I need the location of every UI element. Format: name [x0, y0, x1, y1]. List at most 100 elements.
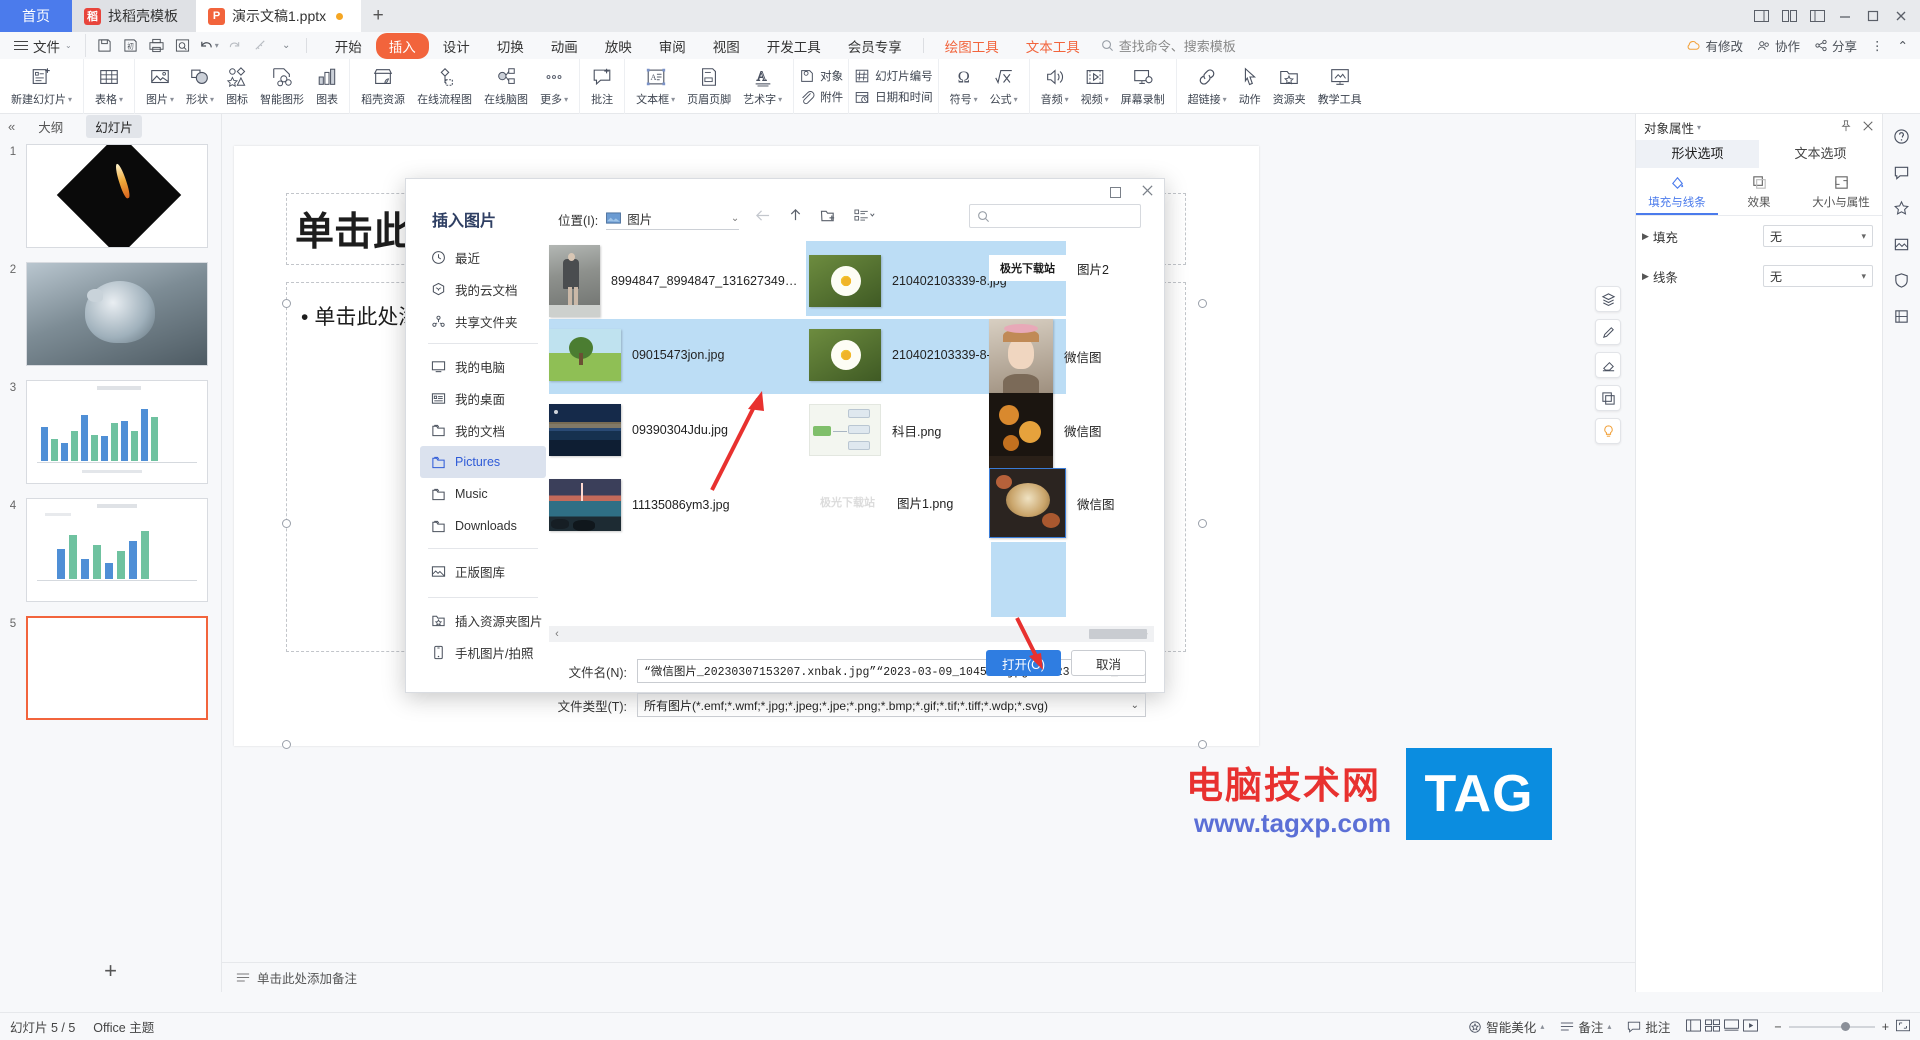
audio-button[interactable]: 音频 ▾ [1035, 61, 1075, 111]
tab-slideshow[interactable]: 放映 [592, 33, 645, 59]
textbox-button[interactable]: A 文本框 ▾ [630, 61, 681, 111]
tab-shape-options[interactable]: 形状选项 [1636, 140, 1759, 168]
share-button[interactable]: 分享 [1814, 36, 1857, 55]
tab-developer[interactable]: 开发工具 [754, 33, 834, 59]
cloud-sync-status[interactable]: 有修改 [1686, 36, 1743, 55]
sorter-view-icon[interactable] [1705, 1018, 1721, 1035]
sidebar-item-insert-resource-folder[interactable]: 插入资源夹图片 [420, 604, 546, 636]
zoom-knob[interactable] [1840, 1021, 1850, 1031]
tab-docer-template[interactable]: 稻 找稻壳模板 [72, 0, 196, 32]
tab-home[interactable]: 首页 [0, 0, 72, 32]
action-button[interactable]: 动作 [1233, 61, 1267, 111]
list-item[interactable]: 1 [0, 144, 221, 248]
segment-fill-line[interactable]: 填充与线条 [1636, 168, 1718, 215]
view-mode-icon[interactable] [854, 208, 876, 226]
file-menu-button[interactable]: 文件 ⌄ [0, 36, 81, 56]
segment-size-props[interactable]: 大小与属性 [1800, 168, 1882, 215]
chart-button[interactable]: 图表 [310, 61, 344, 111]
tab-insert[interactable]: 插入 [375, 32, 429, 59]
zoom-in-button[interactable]: + [1882, 1020, 1889, 1034]
resize-handle[interactable] [1198, 519, 1207, 528]
icons-button[interactable]: 图标 [220, 61, 254, 111]
cancel-button[interactable]: 取消 [1071, 650, 1146, 676]
new-tab-button[interactable]: + [361, 0, 395, 32]
smartart-button[interactable]: 智能图形 [254, 61, 310, 111]
resize-handle[interactable] [282, 519, 291, 528]
tab-drawing-tools[interactable]: 绘图工具 [932, 33, 1012, 59]
tab-presentation1[interactable]: P 演示文稿1.pptx [196, 0, 362, 32]
slide-thumbnail-3[interactable] [26, 380, 208, 484]
screen-record-button[interactable]: 屏幕录制 [1115, 61, 1171, 111]
crop-icon[interactable] [1893, 308, 1910, 328]
attachment-button[interactable]: 附件 [799, 89, 843, 105]
file-item[interactable]: 09015473jon.jpg [549, 329, 724, 381]
tab-slides[interactable]: 幻灯片 [86, 114, 142, 138]
tab-transition[interactable]: 切换 [484, 33, 537, 59]
format-painter-icon[interactable] [248, 34, 273, 57]
scroll-left-button[interactable]: ‹ [549, 628, 565, 640]
star-icon[interactable] [1893, 200, 1910, 220]
beautify-button[interactable]: 智能美化 ▴ [1468, 1017, 1544, 1036]
zoom-slider[interactable]: − + [1774, 1019, 1910, 1035]
help-icon[interactable] [1893, 128, 1910, 148]
tab-text-options[interactable]: 文本选项 [1759, 140, 1882, 168]
sidebar-item-pictures[interactable]: Pictures [420, 446, 546, 478]
restore-layout-icon[interactable] [1748, 3, 1774, 29]
close-icon[interactable] [1888, 3, 1914, 29]
file-item[interactable]: 极光下载站 图片1.png [809, 489, 953, 515]
customize-icon[interactable]: ⌄ [274, 34, 299, 57]
new-slide-button[interactable]: 新建幻灯片 ▾ [5, 61, 78, 111]
file-item[interactable]: 微信图 [989, 393, 1102, 468]
sidebar-item-music[interactable]: Music [420, 478, 546, 510]
symbol-button[interactable]: Ω 符号 ▾ [944, 61, 984, 111]
collapse-left-icon[interactable]: « [8, 119, 15, 134]
sidebar-item-cloud-docs[interactable]: 我的云文档 [420, 273, 546, 305]
grid-layout-icon[interactable] [1776, 3, 1802, 29]
segment-effects[interactable]: 效果 [1718, 168, 1800, 215]
print-icon[interactable] [144, 34, 169, 57]
save-icon[interactable] [92, 34, 117, 57]
slide-thumbnail-1[interactable] [26, 144, 208, 248]
slide-thumbnail-4[interactable] [26, 498, 208, 602]
add-slide-button[interactable]: + [0, 958, 221, 984]
lightbulb-icon[interactable] [1595, 418, 1621, 444]
file-item[interactable]: 微信图 [989, 468, 1115, 538]
sidebar-item-my-desktop[interactable]: 我的桌面 [420, 382, 546, 414]
resize-handle[interactable] [1198, 740, 1207, 749]
tab-review[interactable]: 审阅 [646, 33, 699, 59]
horizontal-scrollbar[interactable]: ‹ › [549, 626, 1154, 642]
duplicate-icon[interactable] [1595, 385, 1621, 411]
tab-text-tools[interactable]: 文本工具 [1013, 33, 1093, 59]
save-as-icon[interactable]: 初 [118, 34, 143, 57]
tab-animation[interactable]: 动画 [538, 33, 591, 59]
split-layout-icon[interactable] [1804, 3, 1830, 29]
zoom-out-button[interactable]: − [1774, 1020, 1781, 1034]
eraser-icon[interactable] [1595, 352, 1621, 378]
sidebar-item-downloads[interactable]: Downloads [420, 510, 546, 542]
more-icon[interactable]: ⋮ [1871, 38, 1884, 53]
sidebar-item-phone-photo[interactable]: 手机图片/拍照 [420, 636, 546, 668]
pen-icon[interactable] [1595, 319, 1621, 345]
up-arrow-icon[interactable] [788, 207, 803, 226]
slideshow-icon[interactable] [1743, 1018, 1759, 1035]
online-flowchart-button[interactable]: 在线流程图 [411, 61, 478, 111]
list-item[interactable]: 2 [0, 262, 221, 366]
sidebar-item-my-documents[interactable]: 我的文档 [420, 414, 546, 446]
file-item[interactable]: 极光下载站 图片2 [989, 255, 1109, 281]
properties-panel-title[interactable]: 对象属性 ▾ [1644, 118, 1701, 137]
location-select[interactable]: 图片 ⌄ [606, 209, 740, 230]
file-item[interactable]: 8994847_8994847_1316273495879_m... [549, 245, 801, 317]
file-item[interactable]: 科目.png [809, 404, 941, 456]
teaching-tool-button[interactable]: 教学工具 [1312, 61, 1368, 111]
picture-button[interactable]: 图片 ▾ [140, 61, 180, 111]
comment-button[interactable]: 批注 [1627, 1017, 1670, 1036]
fill-row[interactable]: ▶ 填充 无 ▾ [1636, 216, 1882, 256]
resize-handle[interactable] [282, 299, 291, 308]
header-footer-button[interactable]: 页眉页脚 [681, 61, 737, 111]
redo-icon[interactable] [222, 34, 247, 57]
fill-select[interactable]: 无 ▾ [1763, 225, 1873, 247]
date-time-button[interactable]: 日期和时间 [854, 89, 933, 105]
close-icon[interactable] [1862, 120, 1874, 135]
theme-name[interactable]: Office 主题 [93, 1017, 154, 1036]
scroll-thumb[interactable] [1089, 629, 1147, 639]
